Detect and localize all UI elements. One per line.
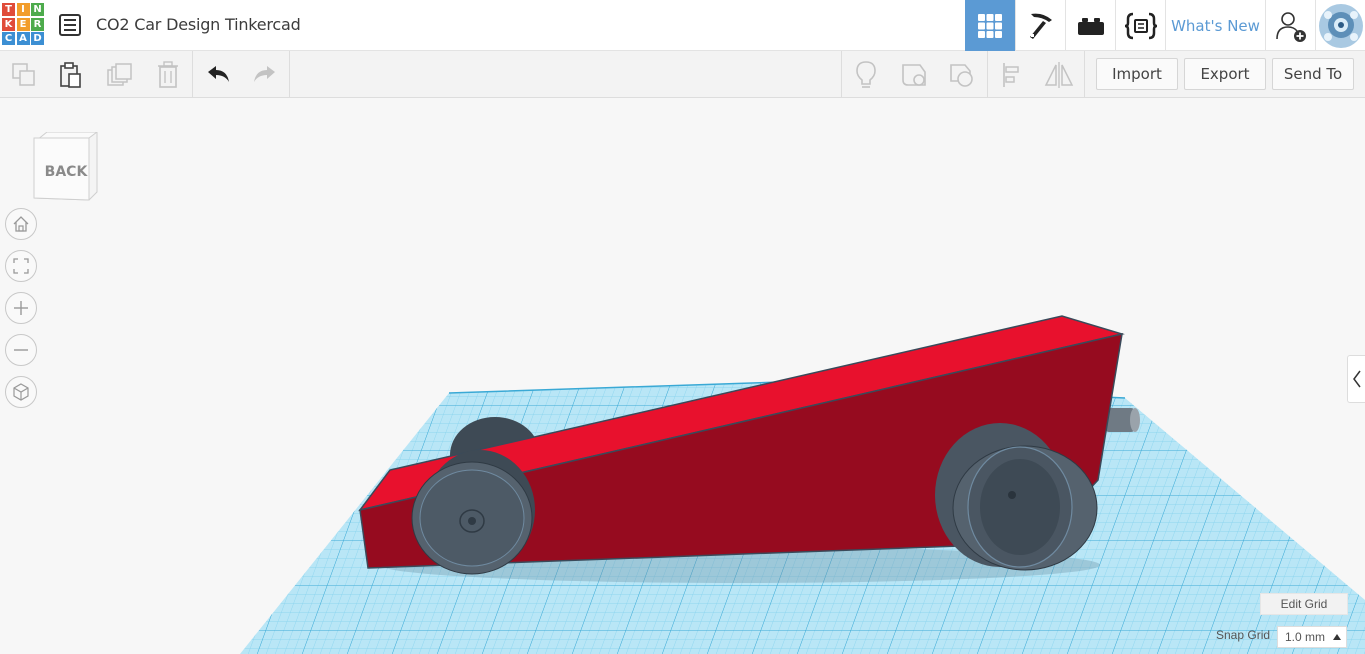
toolbar-divider (289, 51, 290, 98)
toolbar-divider (192, 51, 193, 98)
caret-up-icon (1333, 634, 1342, 640)
panel-toggle-button[interactable] (1347, 355, 1365, 403)
view-blocks-button[interactable] (1015, 0, 1065, 51)
export-button[interactable]: Export (1184, 58, 1266, 90)
rear-axle[interactable] (1105, 408, 1140, 432)
duplicate-icon (106, 62, 132, 86)
align-button[interactable] (988, 51, 1035, 98)
view-codeblocks-button[interactable] (1115, 0, 1165, 51)
logo-tile: A (16, 32, 30, 45)
logo-tile: C (2, 32, 15, 45)
note-shape-icon (901, 63, 926, 86)
paste-button[interactable] (47, 51, 94, 98)
toolbar-divider (1084, 51, 1085, 98)
pickaxe-icon (1029, 13, 1052, 39)
snap-grid-select[interactable]: 1.0 mm (1277, 626, 1347, 648)
redo-button[interactable] (241, 51, 288, 98)
paste-icon (59, 61, 81, 88)
chevron-left-icon (1352, 370, 1361, 388)
redo-icon (253, 65, 275, 82)
ortho-view-button[interactable] (5, 376, 37, 408)
view-bricks-button[interactable] (1065, 0, 1115, 51)
mirror-icon (1044, 61, 1073, 88)
brick-icon (1077, 17, 1104, 35)
zoom-in-icon (14, 301, 28, 315)
add-user-button[interactable] (1265, 0, 1315, 51)
view-cube-face-label: BACK (45, 164, 89, 180)
3d-viewport[interactable]: BACK (0, 98, 1365, 654)
duplicate-button[interactable] (96, 51, 143, 98)
logo-tile: E (16, 17, 30, 31)
whats-new-link[interactable]: What's New (1165, 0, 1265, 51)
logo-tile: I (16, 3, 30, 16)
logo-tile: T (2, 3, 15, 16)
hint-button[interactable] (842, 51, 889, 98)
home-icon (13, 216, 29, 232)
zoom-out-icon (14, 349, 28, 351)
trash-icon (157, 60, 178, 88)
group-button[interactable] (938, 51, 985, 98)
note-button[interactable] (890, 51, 937, 98)
view-3d-design-button[interactable] (965, 0, 1015, 51)
send-to-button[interactable]: Send To (1272, 58, 1354, 90)
logo-tile: D (31, 32, 44, 45)
logo-tile: N (31, 3, 44, 16)
lightbulb-icon (855, 60, 876, 88)
view-cube-icon: BACK (33, 131, 98, 201)
tinkercad-app: TIN KER CAD CO2 Car Design Tinkercad What'… (0, 0, 1365, 654)
fit-view-icon (13, 258, 29, 274)
design-title[interactable]: CO2 Car Design Tinkercad (96, 15, 301, 34)
add-user-icon (1275, 11, 1306, 42)
copy-icon (11, 62, 35, 86)
grid-icon (978, 13, 1002, 38)
fit-view-button[interactable] (5, 250, 37, 282)
ortho-view-icon (13, 383, 29, 401)
avatar-icon (1318, 3, 1363, 48)
code-braces-icon (1124, 12, 1157, 39)
copy-button[interactable] (0, 51, 47, 98)
view-cube[interactable]: BACK (33, 131, 99, 202)
scene-svg (240, 315, 1365, 654)
home-view-button[interactable] (5, 208, 37, 240)
mirror-button[interactable] (1035, 51, 1082, 98)
logo-tile: K (2, 17, 15, 31)
tinkercad-logo[interactable]: TIN KER CAD (2, 3, 45, 47)
design-list-button[interactable] (59, 14, 81, 36)
delete-button[interactable] (144, 51, 191, 98)
zoom-out-button[interactable] (5, 334, 37, 366)
zoom-in-button[interactable] (5, 292, 37, 324)
user-avatar[interactable] (1315, 0, 1365, 51)
snap-grid-label: Snap Grid (1216, 628, 1271, 642)
logo-tile: R (31, 17, 44, 31)
undo-icon (207, 65, 229, 82)
import-button[interactable]: Import (1096, 58, 1178, 90)
edit-toolbar: Import Export Send To (0, 51, 1365, 98)
edit-grid-button[interactable]: Edit Grid (1260, 593, 1348, 615)
top-bar: TIN KER CAD CO2 Car Design Tinkercad What'… (0, 0, 1365, 51)
align-icon (1002, 62, 1019, 87)
group-icon (949, 63, 973, 87)
snap-grid-value: 1.0 mm (1285, 630, 1326, 644)
undo-button[interactable] (194, 51, 241, 98)
